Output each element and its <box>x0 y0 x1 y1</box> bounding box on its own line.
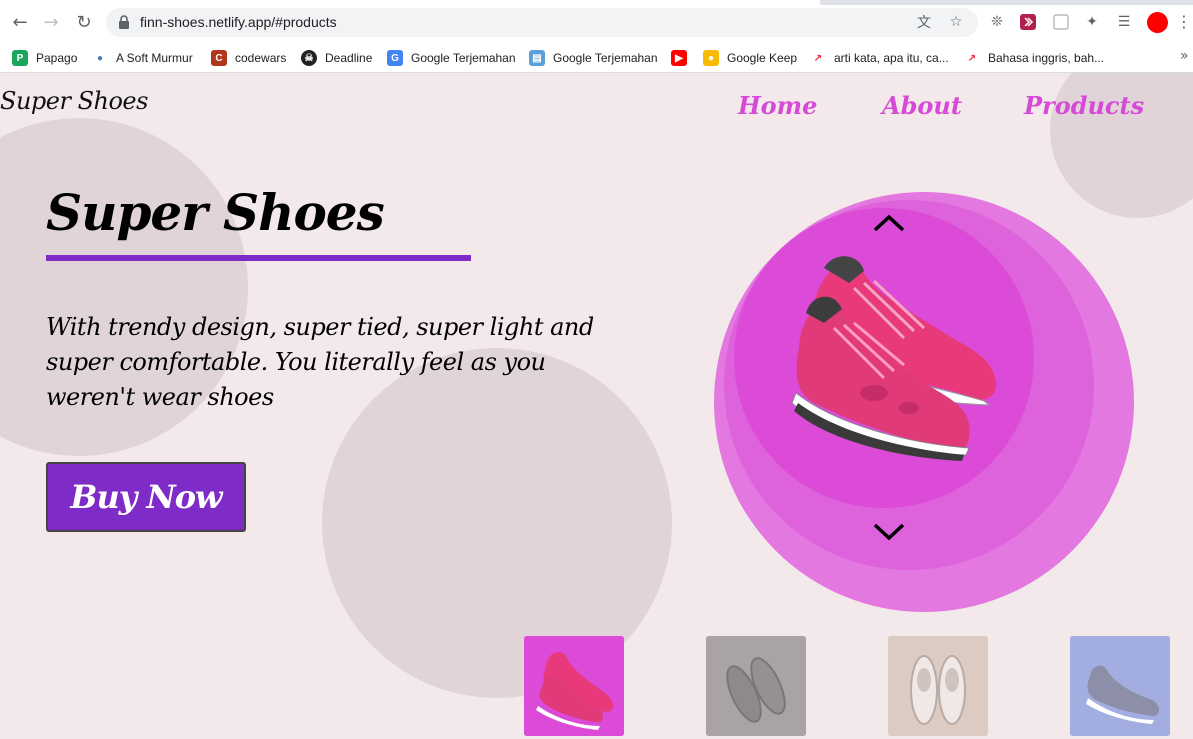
keep-icon: ● <box>703 50 719 66</box>
profile-avatar[interactable] <box>1147 12 1168 33</box>
bookmark-papago[interactable]: P Papago <box>12 48 77 68</box>
back-icon[interactable]: ← <box>10 12 30 33</box>
google-translate-icon: G <box>387 50 403 66</box>
star-icon[interactable]: ☆ <box>948 14 964 30</box>
thumbnail-white-shoe[interactable] <box>888 636 988 736</box>
tab-strip <box>0 0 1193 5</box>
thumbnail-blue-shoe[interactable] <box>1070 636 1170 736</box>
bookmark-google-terjemahan-2[interactable]: ▤ Google Terjemahan <box>529 48 658 68</box>
pink-shoe-image <box>791 256 997 461</box>
bookmark-label: arti kata, apa itu, ca... <box>834 51 949 65</box>
extension-play-icon[interactable] <box>1018 12 1038 32</box>
thumbnail-pink-shoe[interactable] <box>524 636 624 736</box>
address-bar[interactable]: finn-shoes.netlify.app/#products 文 ☆ <box>106 8 978 37</box>
bookmark-codewars[interactable]: Ccodewars <box>211 48 286 68</box>
extension-grid-icon[interactable] <box>1051 12 1071 32</box>
bookmark-bahasa-inggris[interactable]: ↗ Bahasa inggris, bah... <box>964 48 1104 68</box>
bookmark-google-keep[interactable]: ● Google Keep <box>703 48 797 68</box>
translate-doc-icon: ▤ <box>529 50 545 66</box>
bookmark-label: Google Keep <box>727 51 798 65</box>
papago-icon: P <box>12 50 28 66</box>
nav-home[interactable]: Home <box>738 91 817 120</box>
bookmarks-overflow-icon[interactable]: » <box>1180 48 1189 64</box>
nav-about[interactable]: About <box>882 91 962 120</box>
nav-products[interactable]: Products <box>1024 91 1144 120</box>
pink-shoe-thumb-image <box>524 636 624 736</box>
chevron-down-icon[interactable] <box>873 522 905 542</box>
site-logo[interactable]: Super Shoes <box>0 87 148 115</box>
bookmark-label: Papago <box>36 51 78 65</box>
reload-icon[interactable]: ↻ <box>74 12 94 33</box>
page: Super Shoes Home About Products Super Sh… <box>0 73 1193 739</box>
bookmark-google-terjemahan-1[interactable]: G Google Terjemahan <box>387 48 516 68</box>
bookmark-youtube[interactable]: ▶ <box>671 48 695 68</box>
puzzle-icon[interactable]: ✦ <box>1082 12 1102 32</box>
bookmarks-bar: P Papago ● A Soft Murmur Ccodewars ☠ Deadli… <box>0 44 1193 73</box>
bookmark-deadline[interactable]: ☠ Deadline <box>301 48 372 68</box>
trend-icon: ↗ <box>813 52 823 64</box>
bookmark-label: A Soft Murmur <box>116 51 193 65</box>
hero-description: With trendy design, super tied, super li… <box>46 313 594 411</box>
youtube-icon: ▶ <box>671 50 687 66</box>
white-shoe-thumb-image <box>888 636 988 736</box>
translate-icon[interactable]: 文 <box>916 14 932 31</box>
lock-icon <box>119 15 129 29</box>
skull-icon: ☠ <box>301 50 317 66</box>
codewars-icon: C <box>211 50 227 66</box>
forward-icon[interactable]: → <box>41 12 61 33</box>
bookmark-label: Bahasa inggris, bah... <box>988 51 1105 65</box>
active-tab[interactable] <box>0 0 820 5</box>
title-underline <box>46 255 471 261</box>
blue-shoe-thumb-image <box>1070 636 1170 736</box>
droplet-icon: ● <box>96 52 104 64</box>
bookmark-label: codewars <box>235 51 287 65</box>
thumbnail-gray-shoe[interactable] <box>706 636 806 736</box>
bookmark-label: Deadline <box>325 51 373 65</box>
media-queue-icon[interactable]: ☰ <box>1114 12 1134 32</box>
bookmark-a-soft-murmur[interactable]: ● A Soft Murmur <box>92 48 193 68</box>
bookmark-label: Google Terjemahan <box>553 51 658 65</box>
bookmark-arti-kata[interactable]: ↗ arti kata, apa itu, ca... <box>810 48 949 68</box>
hero-title: Super Shoes <box>46 183 385 242</box>
chevron-up-icon[interactable] <box>873 213 905 233</box>
buy-now-button[interactable]: Buy Now <box>46 462 246 532</box>
url-text: finn-shoes.netlify.app/#products <box>140 14 337 30</box>
browser-toolbar: ← → ↻ finn-shoes.netlify.app/#products 文… <box>0 0 1193 44</box>
bookmark-label: Google Terjemahan <box>411 51 516 65</box>
gray-shoe-thumb-image <box>706 636 806 736</box>
trend-icon: ↗ <box>967 52 977 64</box>
bug-icon[interactable]: ❊ <box>987 12 1007 32</box>
more-menu-icon[interactable]: ⋮ <box>1176 12 1192 32</box>
